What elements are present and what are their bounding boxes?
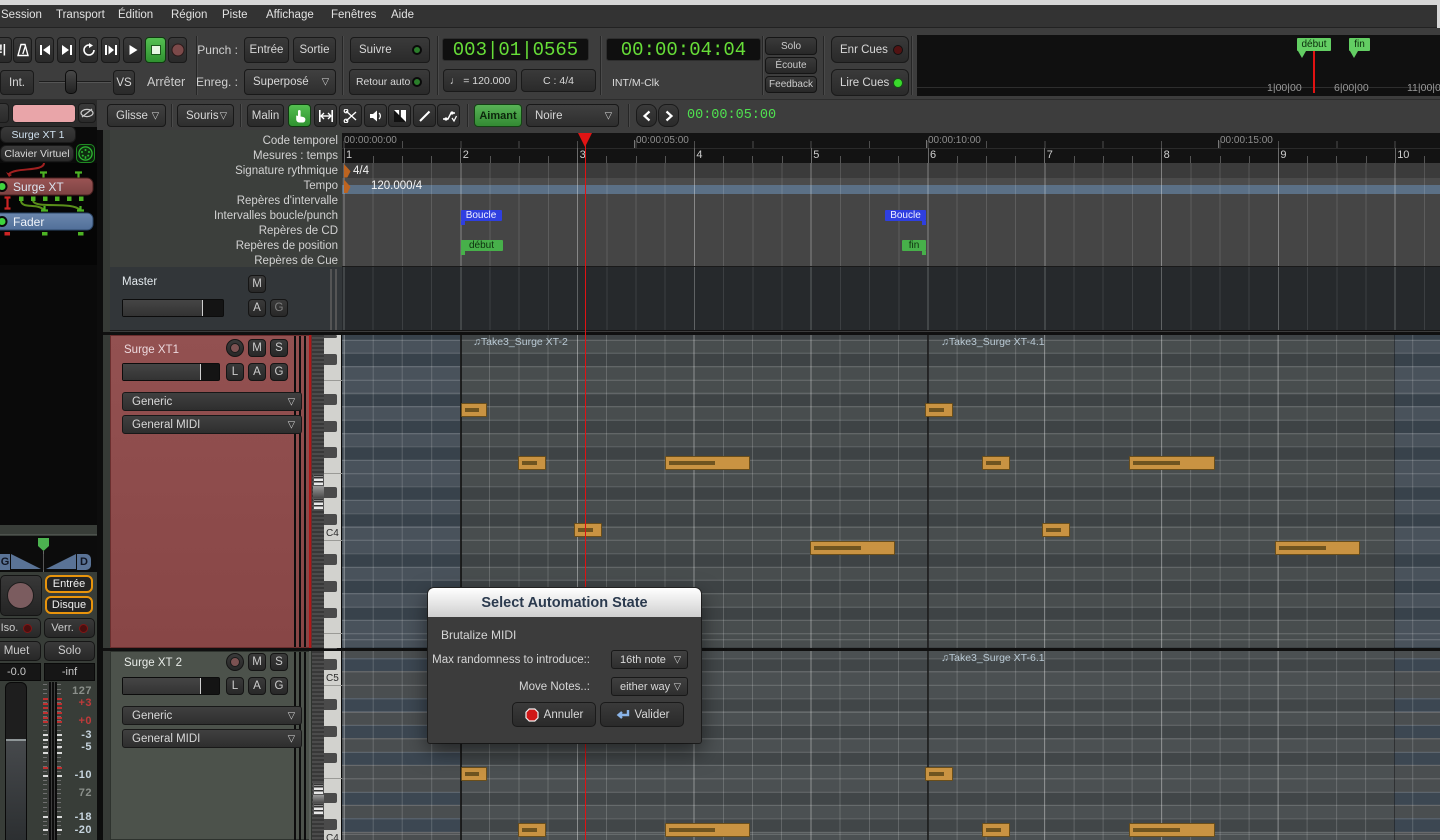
svg-text:Fader: Fader bbox=[13, 215, 44, 229]
svg-text:Surge XT: Surge XT bbox=[13, 180, 64, 194]
